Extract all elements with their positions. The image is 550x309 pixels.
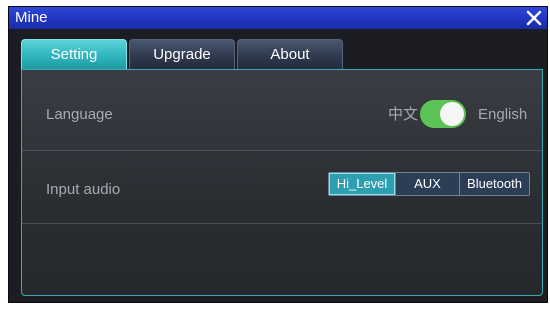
input-option-aux[interactable]: AUX [396, 173, 459, 195]
mine-window: Mine Setting Upgrade About Language 中文 E… [8, 6, 548, 303]
tab-upgrade[interactable]: Upgrade [129, 39, 235, 69]
language-label: Language [46, 106, 113, 123]
tab-setting[interactable]: Setting [21, 39, 127, 69]
row-divider [22, 150, 542, 151]
close-icon[interactable] [525, 9, 543, 27]
title-bar: Mine [9, 7, 547, 29]
input-option-hi-level[interactable]: Hi_Level [329, 173, 395, 195]
row-divider [22, 223, 542, 224]
language-option-english: English [478, 106, 528, 123]
toggle-knob [440, 102, 464, 126]
language-option-chinese: 中文 [388, 106, 419, 123]
input-option-bluetooth[interactable]: Bluetooth [460, 173, 529, 195]
input-audio-label: Input audio [46, 181, 121, 198]
window-title: Mine [15, 9, 48, 26]
input-audio-selector: Hi_Level AUX Bluetooth [328, 172, 530, 196]
settings-panel: Language 中文 English Input audio Hi_Level… [21, 69, 543, 296]
language-toggle[interactable] [420, 100, 466, 128]
tab-about[interactable]: About [237, 39, 343, 69]
